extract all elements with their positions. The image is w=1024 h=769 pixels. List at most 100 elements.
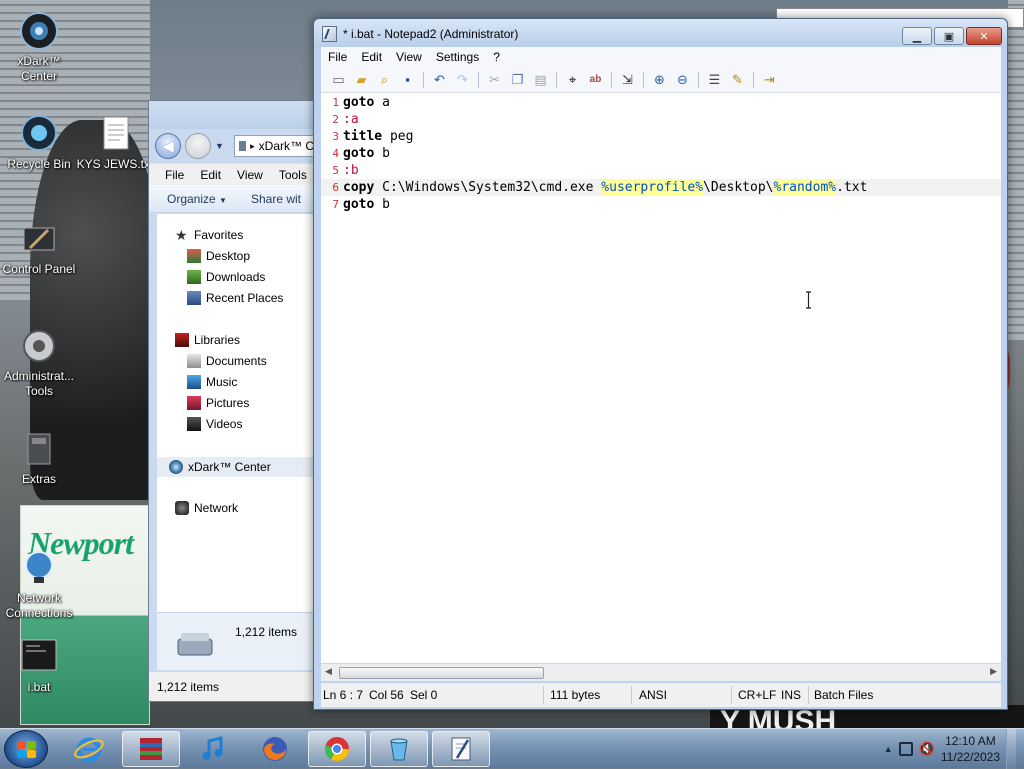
find-icon[interactable]: ⌖ (561, 70, 584, 90)
menu-view[interactable]: View (229, 168, 271, 182)
code-line[interactable]: 3 title peg (321, 128, 1001, 145)
code-line[interactable]: 6 copy C:\Windows\System32\cmd.exe %userp… (321, 179, 1001, 196)
start-button[interactable] (4, 730, 48, 768)
taskbar-winrar[interactable] (122, 731, 180, 767)
taskbar-notepad2[interactable] (432, 731, 490, 767)
recent-pages-chevron-icon[interactable]: ▼ (215, 141, 224, 151)
menu-file[interactable]: File (157, 168, 192, 182)
zoom-in-icon[interactable]: ⊕ (648, 70, 671, 90)
maximize-button[interactable]: ▣ (934, 27, 964, 45)
keyword-token: copy (343, 180, 375, 195)
code-line[interactable]: 1 goto a (321, 94, 1001, 111)
clock[interactable]: 12:10 AM 11/22/2023 (941, 733, 1000, 765)
taskbar-internet-explorer[interactable] (60, 731, 118, 767)
word-wrap-icon[interactable]: ⇲ (616, 70, 639, 90)
scheme-icon[interactable]: ☰ (703, 70, 726, 90)
scrollbar-thumb[interactable] (339, 667, 544, 679)
network-tray-icon[interactable] (898, 742, 913, 756)
desktop-icon-admin-tools[interactable]: Administrat... Tools (0, 325, 78, 399)
tree-item-documents[interactable]: Documents (187, 354, 267, 368)
code-line[interactable]: 7 goto b (321, 196, 1001, 213)
desktop-icon-extras[interactable]: Extras (0, 428, 78, 487)
text-token: b (374, 197, 390, 212)
taskbar-itunes[interactable] (184, 731, 242, 767)
explorer-command-bar: Organize ▼ Share wit (149, 185, 314, 213)
show-hidden-icons-icon[interactable]: ▲ (884, 744, 893, 754)
breadcrumb[interactable]: xDark™ C (259, 139, 314, 153)
clock-date: 11/22/2023 (940, 750, 1000, 764)
code-line[interactable]: 2:a (321, 111, 1001, 128)
address-bar[interactable]: ▸ xDark™ C (233, 135, 314, 157)
tree-item-videos[interactable]: Videos (187, 417, 242, 431)
tree-network[interactable]: Network (175, 501, 238, 515)
tree-item-desktop[interactable]: Desktop (187, 249, 250, 263)
tree-item-pictures[interactable]: Pictures (187, 396, 249, 410)
status-mode[interactable]: INS (781, 688, 801, 702)
explorer-window[interactable]: ◀ ▼ ▸ xDark™ C File Edit View Tools Orga… (148, 100, 315, 702)
close-button[interactable]: ✕ (966, 27, 1002, 45)
desktop-icon-text-file[interactable]: KYS JEWS.txt (76, 113, 154, 172)
save-icon[interactable]: ▪ (396, 70, 419, 90)
tree-label: Recent Places (206, 291, 284, 305)
explorer-titlebar[interactable] (149, 101, 314, 129)
line-text: goto b (343, 145, 390, 162)
undo-icon[interactable]: ↶ (428, 70, 451, 90)
toolbar-separator (423, 71, 424, 88)
volume-muted-icon[interactable]: 🔇 (919, 741, 935, 757)
menu-tools[interactable]: Tools (271, 168, 315, 182)
menu-settings[interactable]: Settings (429, 50, 486, 64)
desktop-icon-recycle-bin[interactable]: Recycle Bin (0, 113, 78, 172)
taskbar-chrome[interactable] (308, 731, 366, 767)
taskbar-firefox[interactable] (246, 731, 304, 767)
code-line[interactable]: 4 goto b (321, 145, 1001, 162)
status-encoding[interactable]: ANSI (639, 688, 667, 702)
browse-icon[interactable]: ⌕ (373, 70, 396, 90)
horizontal-scrollbar[interactable]: ◀ ▶ (321, 663, 1001, 681)
paste-icon[interactable]: ▤ (529, 70, 552, 90)
menu-help[interactable]: ? (486, 50, 507, 64)
toolbar-separator (478, 71, 479, 88)
redo-icon[interactable]: ↷ (451, 70, 474, 90)
back-button[interactable]: ◀ (155, 133, 181, 159)
scroll-left-icon[interactable]: ◀ (325, 666, 332, 677)
desktop-icon-network-connections[interactable]: Network Connections (0, 547, 78, 621)
breadcrumb-separator-icon: ▸ (250, 140, 255, 151)
status-line-ending[interactable]: CR+LF (738, 688, 776, 702)
menu-edit[interactable]: Edit (192, 168, 229, 182)
minimize-button[interactable]: ▁ (902, 27, 932, 45)
new-file-icon[interactable]: ▭ (327, 70, 350, 90)
tree-favorites[interactable]: ★ Favorites (175, 228, 243, 242)
code-line[interactable]: 5:b (321, 162, 1001, 179)
desktop-icon-xdark-center[interactable]: xDark™ Center (0, 10, 78, 84)
text-editor-area[interactable]: 1 goto a 2:a 3 title peg 4 goto b 5:b 6 copy C:\W… (321, 93, 1001, 663)
tree-label: xDark™ Center (188, 460, 271, 474)
tree-item-recent-places[interactable]: Recent Places (187, 291, 283, 305)
desktop-icon-control-panel[interactable]: Control Panel (0, 218, 78, 277)
cut-icon[interactable]: ✂ (483, 70, 506, 90)
copy-icon[interactable]: ❐ (506, 70, 529, 90)
show-desktop-button[interactable] (1006, 729, 1016, 769)
menu-file[interactable]: File (321, 50, 354, 64)
menu-edit[interactable]: Edit (354, 50, 389, 64)
exit-icon[interactable]: ⇥ (758, 70, 781, 90)
tree-xdark-center[interactable]: xDark™ Center (157, 457, 315, 477)
desktop-icon-label: Extras (21, 472, 56, 486)
forward-button[interactable] (185, 133, 211, 159)
notepad2-window[interactable]: * i.bat - Notepad2 (Administrator) ▁ ▣ ✕… (313, 18, 1008, 710)
menu-view[interactable]: View (389, 50, 429, 64)
libraries-icon (175, 333, 189, 347)
tree-item-music[interactable]: Music (187, 375, 237, 389)
open-folder-icon[interactable]: ▰ (350, 70, 373, 90)
zoom-out-icon[interactable]: ⊖ (671, 70, 694, 90)
desktop-icon-bat-file[interactable]: i.bat (0, 636, 78, 695)
replace-icon[interactable]: ab (584, 70, 607, 90)
status-scheme[interactable]: Batch Files (814, 688, 873, 702)
organize-button[interactable]: Organize ▼ (167, 192, 227, 206)
tree-libraries[interactable]: Libraries (175, 333, 240, 347)
tree-item-downloads[interactable]: Downloads (187, 270, 265, 284)
share-with-button[interactable]: Share wit (251, 192, 301, 206)
scroll-right-icon[interactable]: ▶ (990, 666, 997, 677)
toolbar-separator (698, 71, 699, 88)
customize-scheme-icon[interactable]: ✎ (726, 70, 749, 90)
taskbar-recycle-bin[interactable] (370, 731, 428, 767)
